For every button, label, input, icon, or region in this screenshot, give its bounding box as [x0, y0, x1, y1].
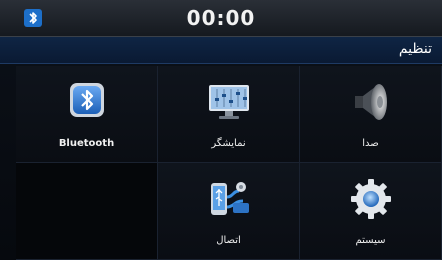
- empty-tile: [16, 163, 158, 260]
- menu-item-label: نمایشگر: [211, 138, 246, 149]
- menu-item-connection[interactable]: اتصال: [158, 163, 300, 260]
- gear-icon: [350, 179, 391, 219]
- bluetooth-icon: [69, 83, 104, 117]
- menu-item-label: سیستم: [355, 235, 386, 246]
- equalizer-display-icon: [208, 85, 249, 119]
- settings-screen: 00:00 تنظیم Bluetooth نمایشگر صدا اتصال …: [0, 0, 442, 260]
- phone-usb-connection-icon: [210, 182, 249, 215]
- menu-item-label: صدا: [362, 138, 379, 149]
- menu-item-display[interactable]: نمایشگر: [158, 66, 300, 163]
- clock: 00:00: [186, 6, 256, 30]
- menu-item-bluetooth[interactable]: Bluetooth: [16, 66, 158, 163]
- menu-item-system[interactable]: سیستم: [300, 163, 442, 260]
- page-title: تنظیم: [398, 41, 432, 57]
- speaker-icon: [354, 84, 387, 120]
- menu-item-label: اتصال: [216, 235, 241, 246]
- title-bar: تنظیم: [0, 37, 442, 64]
- menu-item-label: Bluetooth: [58, 138, 115, 149]
- menu-item-sound[interactable]: صدا: [300, 66, 442, 163]
- settings-menu-grid: Bluetooth نمایشگر صدا اتصال سیستم: [16, 66, 442, 260]
- status-bar: 00:00: [0, 0, 442, 37]
